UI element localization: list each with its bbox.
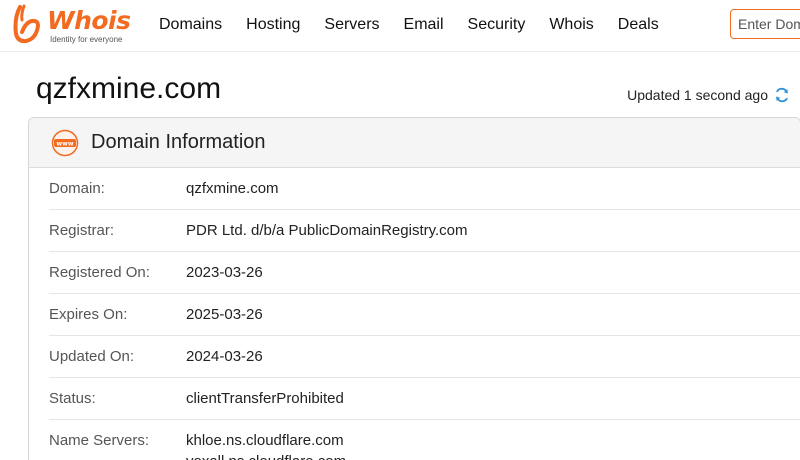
main-nav: Domains Hosting Servers Email Security W… xyxy=(147,0,671,50)
nav-whois[interactable]: Whois xyxy=(537,16,605,34)
row-updated-on: Updated On: 2024-03-26 xyxy=(49,336,800,378)
logo-tagline: Identity for everyone xyxy=(50,35,123,44)
nav-deals[interactable]: Deals xyxy=(606,16,671,34)
row-registered-on: Registered On: 2023-03-26 xyxy=(49,252,800,294)
row-value: 2023-03-26 xyxy=(186,264,263,281)
row-registrar: Registrar: PDR Ltd. d/b/a PublicDomainRe… xyxy=(49,210,800,252)
svg-text:www: www xyxy=(56,140,73,147)
refresh-icon[interactable] xyxy=(774,87,790,103)
row-label: Domain: xyxy=(49,180,105,197)
row-value: khloe.ns.cloudflare.com yoxall.ns.cloudf… xyxy=(186,430,346,460)
updated-status: Updated 1 second ago xyxy=(627,87,790,103)
updated-text: Updated 1 second ago xyxy=(627,87,768,103)
card-header: www Domain Information xyxy=(29,118,800,168)
whois-logo-icon xyxy=(13,4,41,44)
row-label: Expires On: xyxy=(49,306,128,323)
nav-domains[interactable]: Domains xyxy=(147,16,234,34)
row-value: PDR Ltd. d/b/a PublicDomainRegistry.com xyxy=(186,222,468,239)
logo-text: Whois xyxy=(47,6,131,35)
row-label: Status: xyxy=(49,390,96,407)
domain-search-input[interactable] xyxy=(730,9,800,39)
page-title: qzfxmine.com xyxy=(36,72,222,105)
row-label: Updated On: xyxy=(49,348,135,365)
nav-security[interactable]: Security xyxy=(456,16,538,34)
row-value: clientTransferProhibited xyxy=(186,390,344,407)
row-name-servers: Name Servers: khloe.ns.cloudflare.com yo… xyxy=(49,420,800,460)
row-value: qzfxmine.com xyxy=(186,180,279,197)
nav-email[interactable]: Email xyxy=(392,16,456,34)
name-server-item: yoxall.ns.cloudflare.com xyxy=(186,451,346,460)
card-title: Domain Information xyxy=(91,131,266,153)
name-server-item: khloe.ns.cloudflare.com xyxy=(186,432,344,449)
row-value: 2025-03-26 xyxy=(186,306,263,323)
nav-hosting[interactable]: Hosting xyxy=(234,16,312,34)
row-label: Registered On: xyxy=(49,264,150,281)
row-value: 2024-03-26 xyxy=(186,348,263,365)
nav-servers[interactable]: Servers xyxy=(312,16,391,34)
row-expires-on: Expires On: 2025-03-26 xyxy=(49,294,800,336)
row-label: Registrar: xyxy=(49,222,115,239)
www-icon: www xyxy=(51,129,79,156)
row-status: Status: clientTransferProhibited xyxy=(49,378,800,420)
whois-logo[interactable]: Whois Identity for everyone xyxy=(10,4,140,44)
top-navbar: Whois Identity for everyone Domains Host… xyxy=(0,0,800,52)
domain-info-card: www Domain Information Domain: qzfxmine.… xyxy=(28,117,800,460)
domain-info-rows: Domain: qzfxmine.com Registrar: PDR Ltd.… xyxy=(29,168,800,460)
row-label: Name Servers: xyxy=(49,432,150,449)
row-domain: Domain: qzfxmine.com xyxy=(49,168,800,210)
